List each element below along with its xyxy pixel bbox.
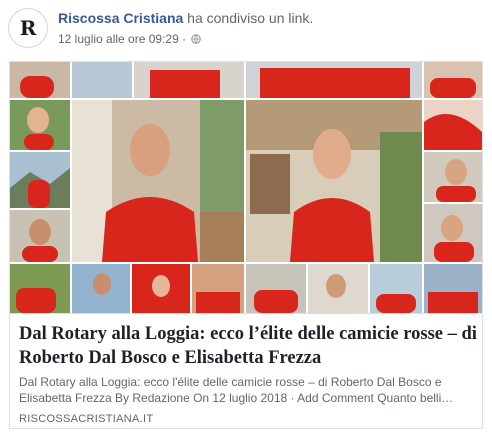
riscossa-logo-icon: R bbox=[19, 16, 37, 40]
collage-red-shirts-image[interactable] bbox=[10, 62, 482, 313]
page-name-link[interactable]: Riscossa Cristiana bbox=[58, 10, 183, 26]
link-title[interactable]: Dal Rotary alla Loggia: ecco l’élite del… bbox=[19, 322, 477, 370]
post-meta: 12 luglio alle ore 09:29 · bbox=[58, 32, 201, 46]
post-header: Riscossa Cristiana ha condiviso un link. bbox=[58, 10, 313, 26]
post-action-text: ha condiviso un link. bbox=[183, 10, 314, 26]
globe-icon[interactable] bbox=[191, 34, 201, 44]
collage-graphic bbox=[10, 62, 482, 313]
link-preview-card[interactable]: Dal Rotary alla Loggia: ecco l’élite del… bbox=[9, 61, 483, 429]
link-card-text[interactable]: Dal Rotary alla Loggia: ecco l’élite del… bbox=[10, 313, 482, 428]
page-avatar[interactable]: R bbox=[8, 8, 48, 48]
facebook-post: R Riscossa Cristiana ha condiviso un lin… bbox=[0, 0, 492, 437]
link-description: Dal Rotary alla Loggia: ecco l'élite del… bbox=[19, 375, 454, 405]
link-domain: RISCOSSACRISTIANA.IT bbox=[19, 413, 154, 425]
post-timestamp[interactable]: 12 luglio alle ore 09:29 · bbox=[58, 32, 186, 46]
